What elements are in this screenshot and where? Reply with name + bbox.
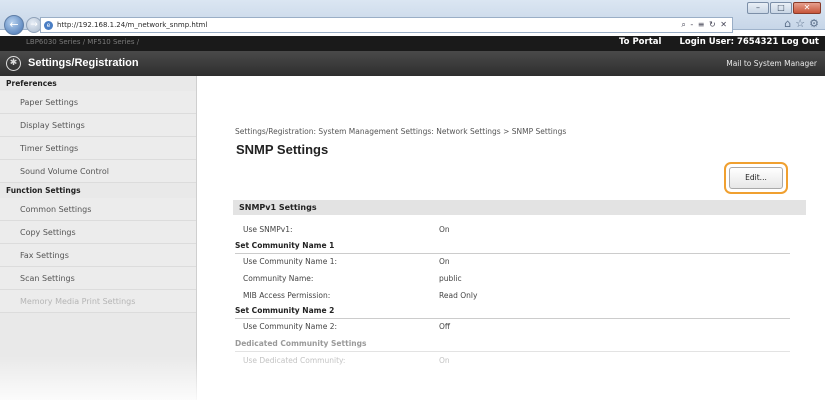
sidebar-item-timer-settings[interactable]: Timer Settings (0, 137, 196, 160)
sidebar-item-sound-volume-control[interactable]: Sound Volume Control (0, 160, 196, 183)
maximize-button[interactable]: □ (770, 2, 792, 14)
setting-label: MIB Access Permission: (243, 291, 331, 300)
setting-value: On (439, 356, 450, 365)
subsection-heading: Dedicated Community Settings (235, 338, 790, 352)
window-controls: – □ ✕ (747, 2, 821, 14)
browser-tools: ⌂ ☆ ⚙ (784, 17, 819, 30)
settings-gear-icon[interactable]: ⚙ (809, 17, 819, 30)
subsection-label: Set Community Name 2 (235, 306, 335, 315)
settings-row: Community Name: public (243, 272, 798, 286)
settings-gear-icon: ✱ (6, 56, 21, 71)
home-icon[interactable]: ⌂ (784, 17, 791, 30)
subsection-heading: Set Community Name 1 (235, 240, 790, 254)
sidebar-heading-preferences: Preferences (0, 76, 196, 91)
sidebar: Preferences Paper Settings Display Setti… (0, 76, 197, 400)
app-header: ✱ Settings/Registration Mail to System M… (0, 51, 825, 76)
edit-button[interactable]: Edit... (729, 167, 783, 189)
address-tools[interactable]: ⌕ - ≡ ↻ ✕ (681, 18, 728, 32)
settings-row: Use Community Name 1: On (243, 255, 798, 269)
address-bar[interactable]: e http://192.168.1.24/m_network_snmp.htm… (40, 17, 733, 33)
sidebar-item-copy-settings[interactable]: Copy Settings (0, 221, 196, 244)
setting-label: Use SNMPv1: (243, 225, 293, 234)
mail-to-system-manager-link[interactable]: Mail to System Manager (726, 59, 817, 68)
subsection-label: Set Community Name 1 (235, 241, 335, 250)
breadcrumb: Settings/Registration: System Management… (235, 127, 567, 136)
ie-page-icon: e (44, 21, 53, 30)
sidebar-item-memory-media-print-settings[interactable]: Memory Media Print Settings (0, 290, 196, 313)
login-user-label: Login User: 7654321 (679, 37, 779, 47)
sidebar-item-display-settings[interactable]: Display Settings (0, 114, 196, 137)
settings-row: Use Community Name 2: Off (243, 320, 798, 334)
settings-row: Use SNMPv1: On (243, 223, 798, 237)
app-title: Settings/Registration (28, 57, 139, 69)
setting-value: Off (439, 322, 451, 331)
top-user-bar: LBP6030 Series / MF510 Series / To Porta… (0, 36, 825, 51)
user-links: To Portal Login User: 7654321 Log Out (619, 37, 819, 47)
sidebar-item-common-settings[interactable]: Common Settings (0, 198, 196, 221)
address-bar-row: ← → e http://192.168.1.24/m_network_snmp… (0, 14, 825, 36)
back-button[interactable]: ← (4, 15, 24, 35)
setting-label: Use Community Name 1: (243, 257, 337, 266)
sidebar-item-fax-settings[interactable]: Fax Settings (0, 244, 196, 267)
main-content: Settings/Registration: System Management… (197, 76, 825, 400)
url-text: http://192.168.1.24/m_network_snmp.html (57, 21, 208, 29)
product-name: LBP6030 Series / MF510 Series / (26, 38, 140, 46)
setting-value: Read Only (439, 291, 478, 300)
settings-row: MIB Access Permission: Read Only (243, 289, 798, 303)
setting-label: Use Community Name 2: (243, 322, 337, 331)
settings-row: Use Dedicated Community: On (243, 354, 798, 368)
setting-value: On (439, 225, 450, 234)
sidebar-item-scan-settings[interactable]: Scan Settings (0, 267, 196, 290)
favorites-icon[interactable]: ☆ (795, 17, 805, 30)
sidebar-item-paper-settings[interactable]: Paper Settings (0, 91, 196, 114)
sidebar-heading-function-settings: Function Settings (0, 183, 196, 198)
minimize-button[interactable]: – (747, 2, 769, 14)
setting-value: public (439, 274, 462, 283)
section-heading-snmpv1: SNMPv1 Settings (233, 200, 806, 215)
page-title: SNMP Settings (236, 142, 329, 157)
setting-label: Community Name: (243, 274, 314, 283)
subsection-heading: Set Community Name 2 (235, 305, 790, 319)
setting-value: On (439, 257, 450, 266)
setting-label: Use Dedicated Community: (243, 356, 346, 365)
close-window-button[interactable]: ✕ (793, 2, 821, 14)
subsection-label: Dedicated Community Settings (235, 339, 367, 348)
log-out-link[interactable]: Log Out (781, 37, 819, 47)
to-portal-link[interactable]: To Portal (619, 37, 661, 47)
